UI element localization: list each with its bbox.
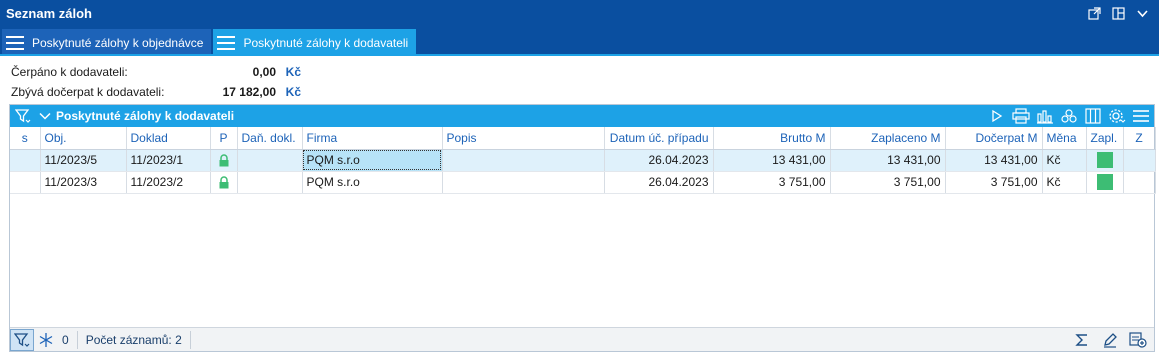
col-header-doklad[interactable]: Doklad bbox=[126, 127, 211, 150]
add-record-icon[interactable] bbox=[1126, 329, 1150, 351]
settings-gear-icon[interactable] bbox=[1108, 107, 1126, 125]
cell-obj[interactable]: 11/2023/3 bbox=[40, 171, 127, 194]
col-header-z[interactable]: Z bbox=[1123, 127, 1156, 150]
table-header-row: s Obj. Doklad P Daň. dokl. Firma Popis D… bbox=[10, 127, 1156, 150]
cell-datum[interactable]: 26.04.2023 bbox=[604, 149, 714, 172]
cell-brutto[interactable]: 3 751,00 bbox=[713, 171, 831, 194]
cell-zapl[interactable] bbox=[1086, 171, 1124, 194]
col-header-datum[interactable]: Datum úč. případu bbox=[604, 127, 714, 150]
cell-firma[interactable]: PQM s.r.o bbox=[302, 149, 443, 172]
menu-icon bbox=[6, 35, 24, 50]
cell-p[interactable] bbox=[210, 171, 238, 194]
cell-obj[interactable]: 11/2023/5 bbox=[40, 149, 127, 172]
edit-pencil-icon[interactable] bbox=[1098, 329, 1122, 351]
snowflake-icon[interactable] bbox=[34, 329, 58, 351]
cell-docerpat[interactable]: 3 751,00 bbox=[945, 171, 1043, 194]
cell-z[interactable] bbox=[1123, 171, 1156, 194]
cell-dan-dokl[interactable] bbox=[237, 171, 303, 194]
paid-indicator bbox=[1096, 152, 1113, 168]
play-icon[interactable] bbox=[988, 107, 1006, 125]
divider bbox=[76, 330, 78, 349]
col-header-popis[interactable]: Popis bbox=[442, 127, 605, 150]
dock-icon[interactable] bbox=[1111, 7, 1125, 21]
remaining-value: 17 182,00 bbox=[222, 85, 276, 99]
col-header-p[interactable]: P bbox=[210, 127, 238, 150]
col-header-firma[interactable]: Firma bbox=[302, 127, 443, 150]
cell-p[interactable] bbox=[210, 149, 238, 172]
tab-label: Poskytnuté zálohy k dodavateli bbox=[243, 35, 409, 50]
cell-zaplaceno[interactable]: 13 431,00 bbox=[830, 149, 946, 172]
drawn-value: 0,00 bbox=[252, 65, 276, 79]
cell-brutto[interactable]: 13 431,00 bbox=[713, 149, 831, 172]
window-titlebar: Seznam záloh bbox=[0, 0, 1159, 27]
group-icon[interactable] bbox=[1060, 107, 1078, 125]
remaining-currency: Kč bbox=[285, 85, 301, 99]
summary-panel: Čerpáno k dodavateli: 0,00 Kč Zbývá doče… bbox=[11, 62, 301, 102]
tab-zalohy-k-dodavateli[interactable]: Poskytnuté zálohy k dodavateli bbox=[213, 29, 417, 56]
grid-title: Poskytnuté zálohy k dodavateli bbox=[56, 109, 235, 123]
filter-toggle-button[interactable] bbox=[10, 328, 34, 351]
col-header-docerpat[interactable]: Dočerpat M bbox=[945, 127, 1043, 150]
status-bar: 0 Počet záznamů: 2 bbox=[10, 327, 1154, 351]
frozen-count: 0 bbox=[62, 332, 69, 347]
table-row[interactable]: 11/2023/3 11/2023/2 PQM s.r.o 26.04.2023… bbox=[10, 171, 1156, 194]
window-title: Seznam záloh bbox=[6, 6, 92, 21]
paid-indicator bbox=[1096, 174, 1113, 190]
cell-popis[interactable] bbox=[442, 149, 605, 172]
cell-firma[interactable]: PQM s.r.o bbox=[302, 171, 443, 194]
columns-icon[interactable] bbox=[1084, 107, 1102, 125]
chevron-down-icon[interactable] bbox=[1135, 7, 1149, 21]
cell-datum[interactable]: 26.04.2023 bbox=[604, 171, 714, 194]
cell-zaplaceno[interactable]: 3 751,00 bbox=[830, 171, 946, 194]
hamburger-menu-icon[interactable] bbox=[1132, 107, 1150, 125]
grid-panel: Poskytnuté zálohy k dodavateli s Obj. Do… bbox=[9, 104, 1156, 352]
col-header-zaplaceno[interactable]: Zaplaceno M bbox=[830, 127, 946, 150]
cell-z[interactable] bbox=[1123, 149, 1156, 172]
tab-bar: Poskytnuté zálohy k objednávce Poskytnut… bbox=[0, 27, 1159, 56]
cell-doklad[interactable]: 11/2023/1 bbox=[126, 149, 211, 172]
grid-header: Poskytnuté zálohy k dodavateli bbox=[10, 105, 1154, 127]
cell-docerpat[interactable]: 13 431,00 bbox=[945, 149, 1043, 172]
lock-icon bbox=[218, 176, 230, 189]
print-icon[interactable] bbox=[1012, 107, 1030, 125]
cell-mena[interactable]: Kč bbox=[1042, 149, 1087, 172]
cell-mena[interactable]: Kč bbox=[1042, 171, 1087, 194]
popout-icon[interactable] bbox=[1087, 7, 1101, 21]
col-header-mena[interactable]: Měna bbox=[1042, 127, 1087, 150]
table-row[interactable]: 11/2023/5 11/2023/1 PQM s.r.o 26.04.2023… bbox=[10, 149, 1156, 172]
cell-dan-dokl[interactable] bbox=[237, 149, 303, 172]
col-header-s[interactable]: s bbox=[10, 127, 41, 150]
record-count: Počet záznamů: 2 bbox=[85, 332, 182, 347]
cell-s[interactable] bbox=[10, 171, 41, 194]
summary-row-drawn: Čerpáno k dodavateli: 0,00 Kč bbox=[11, 62, 301, 82]
tab-underline bbox=[0, 54, 1159, 56]
summary-row-remaining: Zbývá dočerpat k dodavateli: 17 182,00 K… bbox=[11, 82, 301, 102]
advances-table: s Obj. Doklad P Daň. dokl. Firma Popis D… bbox=[10, 127, 1156, 194]
remaining-label: Zbývá dočerpat k dodavateli: bbox=[11, 85, 165, 99]
divider bbox=[189, 330, 191, 349]
col-header-brutto[interactable]: Brutto M bbox=[713, 127, 831, 150]
menu-icon bbox=[217, 35, 236, 50]
col-header-dan-dokl[interactable]: Daň. dokl. bbox=[237, 127, 303, 150]
tab-zalohy-k-objednavce[interactable]: Poskytnuté zálohy k objednávce bbox=[2, 29, 212, 56]
chart-icon[interactable] bbox=[1036, 107, 1054, 125]
sum-icon[interactable] bbox=[1070, 329, 1094, 351]
drawn-label: Čerpáno k dodavateli: bbox=[11, 65, 128, 79]
col-header-obj[interactable]: Obj. bbox=[40, 127, 127, 150]
col-header-zapl[interactable]: Zapl. bbox=[1086, 127, 1124, 150]
lock-icon bbox=[218, 154, 230, 167]
drawn-currency: Kč bbox=[285, 65, 301, 79]
cell-s[interactable] bbox=[10, 149, 41, 172]
tab-label: Poskytnuté zálohy k objednávce bbox=[32, 35, 204, 50]
filter-icon[interactable] bbox=[10, 108, 36, 124]
cell-doklad[interactable]: 11/2023/2 bbox=[126, 171, 211, 194]
cell-zapl[interactable] bbox=[1086, 149, 1124, 172]
cell-popis[interactable] bbox=[442, 171, 605, 194]
collapse-chevron-icon[interactable] bbox=[36, 110, 54, 122]
